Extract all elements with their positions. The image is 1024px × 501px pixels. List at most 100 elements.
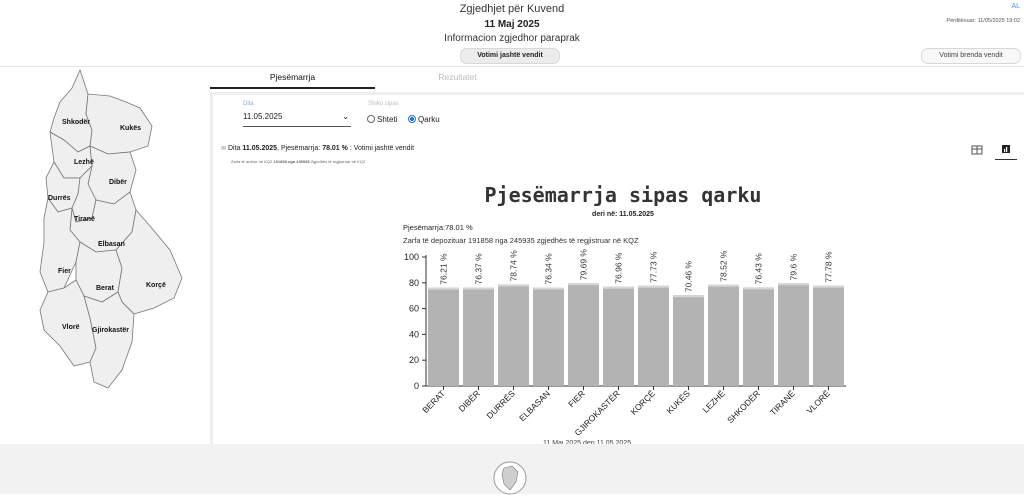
y-tick-label: 100: [404, 252, 419, 262]
election-title: Zgjedhjet për Kuvend: [459, 3, 565, 15]
bar[interactable]: [813, 285, 844, 386]
x-tick-label: DURRËS: [484, 388, 517, 421]
bar-top: [428, 287, 459, 290]
bar-value-label: 76.96 %: [614, 252, 624, 284]
x-tick-label: DIBËR: [456, 388, 481, 413]
turnout-bar-chart: 0 20 40 60 80 100 76.21 % BERAT 76.37 % DIBËR 78.7…: [404, 249, 846, 438]
view-by-radios: Shteti Qarku: [367, 115, 440, 124]
bar-top: [568, 283, 599, 286]
bar[interactable]: [428, 287, 459, 386]
last-updated: Përditësuar: 11/05/2025 19:02: [946, 18, 1020, 24]
view-by-label: Shiko sipas: [368, 101, 399, 107]
summary-prefix: Dita: [227, 145, 241, 152]
map-label-shkoder: Shkodër: [62, 119, 91, 126]
turnout-summary: ✉ Dita 11.05.2025, Pjesëmarrja: 78.01 % …: [221, 145, 415, 152]
bar[interactable]: [638, 285, 669, 386]
chart-title: Pjesëmarrja sipas qarku: [484, 183, 762, 207]
bar-top: [708, 284, 739, 287]
map-label-berat: Berat: [96, 285, 114, 292]
bar-value-label: 76.37 %: [474, 253, 484, 285]
tab-turnout[interactable]: Pjesëmarrja: [210, 67, 375, 89]
map-label-kukes: Kukës: [120, 125, 142, 132]
bar[interactable]: [568, 283, 599, 386]
albania-map[interactable]: Shkodër Kukës Lezhë Dibër Durrës Tiranë …: [30, 66, 210, 411]
date-label: Dita: [243, 101, 254, 107]
radio-state[interactable]: [367, 115, 375, 123]
x-tick-label: VLORË: [804, 388, 832, 416]
y-tick-label: 60: [409, 304, 419, 314]
summary-label: Pjesëmarrja:: [280, 145, 321, 152]
map-svg[interactable]: [30, 66, 210, 411]
chart-view-icon[interactable]: [995, 141, 1017, 160]
bar-top: [743, 287, 774, 290]
bar-top: [498, 284, 529, 287]
detail-text-c: Zgjedhës të regjistruar në KQZ: [310, 159, 366, 164]
bar[interactable]: [603, 286, 634, 386]
language-switch[interactable]: AL: [1011, 3, 1020, 10]
bar[interactable]: [743, 287, 774, 386]
bar[interactable]: [673, 295, 704, 386]
bar-value-label: 79.6 %: [789, 253, 799, 280]
x-tick-label: KUKËS: [664, 388, 692, 416]
page-header: Zgjedhjet për Kuvend 11 Maj 2025 Informa…: [0, 0, 1024, 66]
x-tick-label: ELBASAN: [517, 388, 552, 423]
tab-results[interactable]: Rezultatet: [375, 67, 540, 87]
map-label-fier: Fier: [58, 268, 71, 275]
date-select-value: 11.05.2025: [243, 112, 283, 121]
x-tick-label: SHKODËR: [725, 388, 762, 425]
map-label-tirane: Tiranë: [74, 216, 95, 223]
bar[interactable]: [533, 287, 564, 386]
detail-text-b: nga: [287, 159, 296, 164]
summary-percent: 78.01 %: [322, 145, 348, 152]
summary-suffix: Votimi jashtë vendit: [353, 145, 415, 152]
region-kukes: [85, 93, 153, 155]
detail-number-2: 245935: [296, 159, 310, 164]
bar-value-label: 76.21 %: [439, 253, 449, 285]
envelope-icon: ✉: [221, 146, 227, 152]
voting-inside-button[interactable]: Votimi brenda vendit: [921, 48, 1021, 64]
bar-value-label: 78.52 %: [719, 250, 729, 282]
page-footer: [0, 444, 1024, 495]
bar-value-label: 77.78 %: [824, 251, 834, 283]
bar[interactable]: [778, 283, 809, 386]
x-tick-label: FIER: [566, 388, 587, 409]
bar[interactable]: [708, 284, 739, 386]
envelopes-detail: Zarfa të ardhur në KQZ 191858 nga 245935…: [231, 159, 365, 164]
detail-text-a: Zarfa të ardhur në KQZ: [231, 159, 273, 164]
bar-top: [778, 283, 809, 286]
bar-value-label: 77.73 %: [649, 251, 659, 283]
voting-abroad-button[interactable]: Votimi jashtë vendit: [460, 48, 560, 64]
bar[interactable]: [463, 287, 494, 386]
x-tick-label: KORÇË: [628, 388, 657, 417]
map-label-korce: Korçë: [146, 282, 166, 289]
date-select[interactable]: 11.05.2025 ⌄: [243, 112, 351, 127]
y-tick-label: 20: [409, 355, 419, 365]
bar-value-label: 76.34 %: [544, 253, 554, 285]
chevron-down-icon: ⌄: [342, 112, 349, 121]
map-label-elbasan: Elbasan: [98, 241, 125, 248]
bar-top: [603, 286, 634, 289]
y-tick-label: 80: [409, 278, 419, 288]
detail-number-1: 191858: [273, 159, 287, 164]
map-label-diber: Dibër: [109, 179, 127, 186]
bar-top: [813, 285, 844, 288]
bar-value-label: 70.46 %: [684, 260, 694, 292]
bar-top: [638, 285, 669, 288]
election-date: 11 Maj 2025: [484, 19, 540, 30]
turnout-panel: Dita 11.05.2025 ⌄ Shiko sipas Shteti Qar…: [210, 92, 1024, 446]
table-view-icon[interactable]: [971, 143, 983, 155]
x-tick-label: TIRANË: [768, 388, 797, 417]
chart-turnout: Pjesëmarrja:78.01 %: [403, 223, 473, 232]
y-tick-label: 40: [409, 329, 419, 339]
radio-county[interactable]: [407, 115, 416, 123]
radio-state-label: Shteti: [377, 115, 398, 124]
map-label-lezhe: Lezhë: [74, 159, 94, 166]
bar-top: [533, 287, 564, 290]
x-tick-label: LEZHË: [700, 388, 727, 415]
bar-top: [463, 287, 494, 290]
map-label-durres: Durrës: [48, 195, 71, 202]
x-tick-label: BERAT: [420, 388, 447, 415]
bar[interactable]: [498, 284, 529, 386]
map-label-vlore: Vlorë: [62, 324, 80, 331]
chart-subtitle: deri në: 11.05.2025: [592, 211, 654, 218]
